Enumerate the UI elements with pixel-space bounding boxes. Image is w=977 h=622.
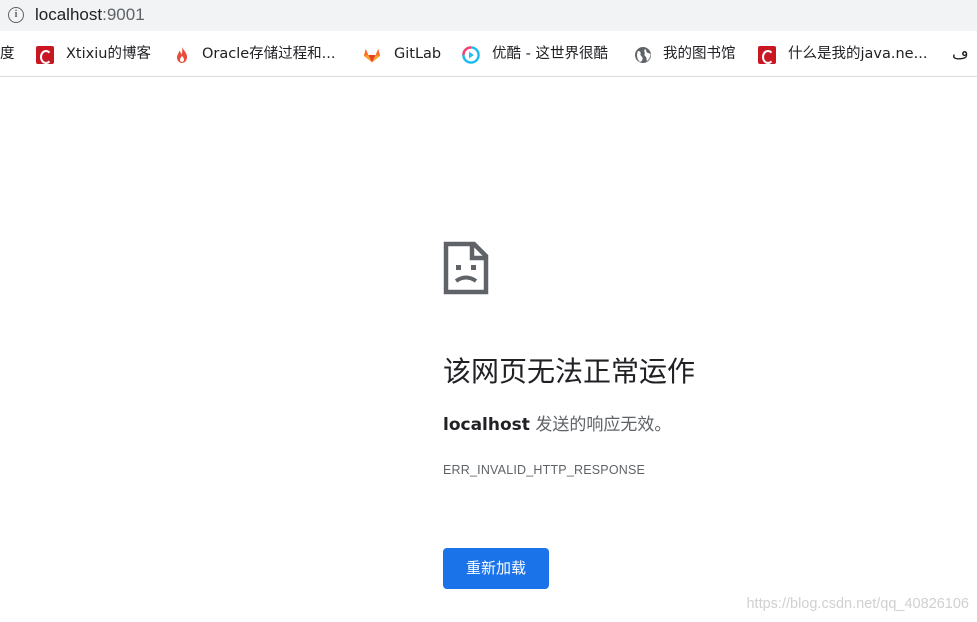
bookmark-label: 度 (0, 46, 15, 62)
bookmarks-bar: 度 Xtixiu的博客 Oracle存储过程和... GitLab 优酷 - 这… (0, 31, 977, 77)
bookmark-label: Xtixiu的博客 (66, 46, 151, 62)
url-text[interactable]: localhost:9001 (35, 3, 145, 27)
watermark: https://blog.csdn.net/qq_40826106 (746, 596, 969, 612)
sad-page-icon (443, 241, 489, 295)
gitlab-icon (363, 48, 381, 63)
flame-icon (177, 47, 187, 63)
address-bar[interactable]: i localhost:9001 (0, 0, 977, 31)
csdn-icon (758, 46, 776, 64)
reload-button[interactable]: 重新加载 (443, 548, 549, 589)
bookmark-overflow-glyph: ڡ (952, 44, 969, 63)
bookmark-label: GitLab (394, 46, 442, 62)
csdn-icon (36, 46, 54, 64)
bookmark-label: 什么是我的java.ne... (788, 46, 928, 62)
url-port: :9001 (102, 5, 145, 24)
error-title: 该网页无法正常运作 (443, 355, 696, 388)
url-host: localhost (35, 5, 103, 24)
info-icon[interactable]: i (8, 7, 24, 23)
bookmark-label: Oracle存储过程和... (202, 46, 336, 62)
error-code[interactable]: ERR_INVALID_HTTP_RESPONSE (443, 460, 645, 480)
globe-icon (635, 47, 651, 63)
error-message: 发送的响应无效。 (529, 415, 672, 435)
error-host: localhost (443, 415, 530, 435)
error-description: localhost 发送的响应无效。 (443, 412, 671, 438)
bookmark-label: 优酷 - 这世界很酷 (492, 46, 608, 62)
youku-icon (462, 46, 480, 64)
bookmark-label: 我的图书馆 (663, 46, 736, 62)
